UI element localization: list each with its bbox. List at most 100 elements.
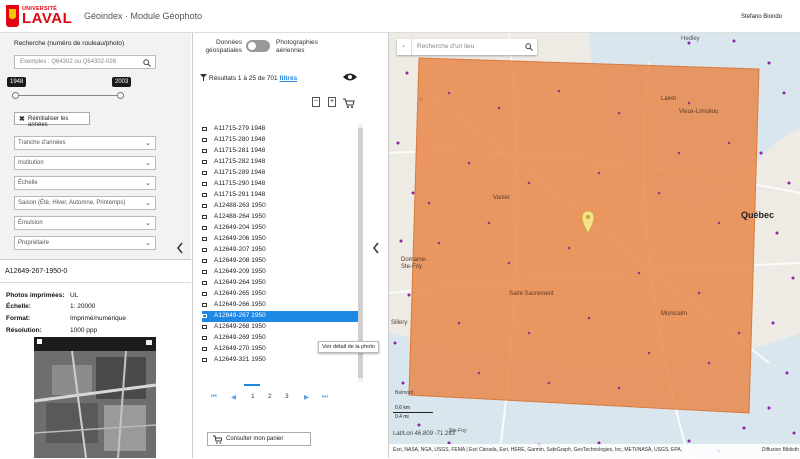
result-row-label: A12488-263 1950 (214, 202, 266, 209)
result-row[interactable]: A11715-281 1948 (202, 146, 362, 157)
page-2[interactable]: 2 (268, 393, 272, 400)
place-search-box[interactable]: ⌄ Recherche d'un lieu (397, 39, 537, 55)
photo-detail-icon[interactable] (307, 327, 315, 334)
view-cart-button[interactable]: Consulter mon panier (207, 432, 311, 446)
page-1[interactable]: 1 (251, 393, 255, 400)
filter-proprietaire-select[interactable]: Propriétaire ⌄ (14, 236, 156, 250)
search-icon[interactable] (143, 59, 151, 67)
result-row[interactable]: A12649-266 1950 (202, 300, 362, 311)
filter-emulsion-select[interactable]: Émulsion ⌄ (14, 216, 156, 230)
filter-label: Institution (18, 160, 44, 166)
reset-years-button[interactable]: ✖ Réinitialiser les années (14, 112, 90, 128)
result-row-label: A11715-282 1948 (214, 158, 266, 165)
results-count: Résultats 1 à 25 de 701 filtrés (209, 75, 297, 82)
results-filter-link[interactable]: filtrés (279, 75, 297, 82)
chevron-down-icon[interactable]: ⌄ (401, 42, 406, 49)
result-row[interactable]: A12488-263 1950 (202, 201, 362, 212)
result-row-label: A12649-209 1950 (214, 268, 266, 275)
prev-page-icon[interactable]: ◀ (231, 393, 236, 401)
year-min-badge: 1948 (7, 77, 27, 87)
page-indicator (244, 384, 260, 386)
result-row[interactable]: A12649-204 1950 (202, 223, 362, 234)
selected-row-actions (305, 325, 345, 336)
photo-icon (202, 281, 207, 285)
chevron-down-icon: ⌄ (145, 180, 151, 187)
filter-echelle-select[interactable]: Échelle ⌄ (14, 176, 156, 190)
result-row[interactable]: A12649-208 1950 (202, 256, 362, 267)
place-belmont: Belmont (395, 390, 414, 396)
result-row[interactable]: A11715-280 1948 (202, 135, 362, 146)
collapse-left-panel-icon[interactable] (176, 242, 184, 254)
filter-institution-select[interactable]: Institution ⌄ (14, 156, 156, 170)
result-row[interactable]: A11715-279 1948 (202, 124, 362, 135)
page-3[interactable]: 3 (285, 393, 289, 400)
eye-icon[interactable] (342, 72, 358, 82)
next-page-icon[interactable]: ▶ (304, 393, 309, 401)
place-lairet: Lairet (661, 96, 677, 102)
photo-icon (202, 270, 207, 274)
result-row[interactable]: A12649-206 1950 (202, 234, 362, 245)
photo-icon (202, 182, 207, 186)
filter-label: Tranche d'années (18, 140, 66, 146)
result-row[interactable]: A12488-264 1950 (202, 212, 362, 223)
result-row[interactable]: A12649-267 1950 (202, 311, 362, 322)
add-to-cart-row-icon[interactable] (331, 326, 341, 335)
result-row[interactable]: A11715-282 1948 (202, 157, 362, 168)
cart-all-icon[interactable] (343, 97, 355, 108)
result-row[interactable]: A11715-290 1948 (202, 179, 362, 190)
photo-icon (202, 171, 207, 175)
result-row-label: A12649-270 1950 (214, 345, 266, 352)
cursor-coords: Lat/Lon 46.809 -71.283 (393, 431, 456, 437)
filter-label: Émulsion (18, 220, 43, 226)
result-row-label: A12649-321 1950 (214, 356, 266, 363)
result-row[interactable]: A12649-209 1950 (202, 267, 362, 278)
result-row-label: A11715-279 1948 (214, 125, 266, 132)
filter-tranche-select[interactable]: Tranche d'années ⌄ (14, 136, 156, 150)
search-input[interactable]: Exemples : Q64302 ou Q64302-026 (14, 55, 156, 69)
data-type-toggle[interactable] (246, 40, 270, 52)
detail-key: Photos imprimées: (6, 292, 65, 299)
result-row-label: A12649-264 1950 (214, 279, 266, 286)
chevron-down-icon: ⌄ (145, 220, 151, 227)
year-slider-track[interactable] (15, 95, 121, 96)
result-row[interactable]: A12649-207 1950 (202, 245, 362, 256)
filter-icon[interactable] (200, 74, 207, 81)
aerial-photo-thumbnail[interactable] (34, 337, 156, 458)
zoom-to-photo-icon[interactable] (319, 326, 328, 335)
year-min-handle[interactable] (12, 92, 19, 99)
app-title: Géoindex · Module Géophoto (84, 11, 203, 21)
map-canvas[interactable] (389, 33, 800, 458)
remove-from-cart-icon[interactable]: − (312, 97, 320, 107)
user-name[interactable]: Stefano Biondo (741, 14, 782, 20)
result-row[interactable]: A12649-321 1950 (202, 355, 362, 366)
shield-icon (6, 5, 19, 27)
photo-id-title: A12649-267-1950-0 (5, 268, 68, 275)
search-panel: Recherche (numéro de rouleau/photo) Exem… (0, 33, 191, 259)
photo-icon (202, 215, 207, 219)
scale-km: 0.6 km (395, 405, 411, 411)
photo-icon (202, 237, 207, 241)
year-max-handle[interactable] (117, 92, 124, 99)
filter-saison-select[interactable]: Saison (Été, Hiver, Automne, Printemps) ⌄ (14, 196, 156, 210)
universite-laval-logo[interactable]: UNIVERSITÉ LAVAL (6, 5, 72, 27)
place-sillery: Sillery (391, 320, 408, 326)
place-domaine-ste-foy: Domaine-Ste-Foy (401, 257, 428, 270)
last-page-icon[interactable]: ⏭ (322, 393, 328, 401)
scale-mi: 0.4 mi (395, 414, 409, 420)
result-row[interactable]: A12649-264 1950 (202, 278, 362, 289)
result-row-label: A12649-267 1950 (214, 312, 266, 319)
detail-value: Imprimé/numérique (70, 315, 126, 322)
result-row[interactable]: A12649-265 1950 (202, 289, 362, 300)
search-icon[interactable] (525, 43, 533, 51)
first-page-icon[interactable]: ⏮ (211, 393, 217, 401)
chevron-down-icon: ⌄ (145, 240, 151, 247)
result-row[interactable]: A11715-291 1948 (202, 190, 362, 201)
result-row-label: A12649-266 1950 (214, 301, 266, 308)
add-to-cart-icon[interactable]: + (328, 97, 336, 107)
map-view[interactable]: Hedley Lairet Vieux-Limoilou Vanier Québ… (388, 33, 800, 458)
diffusion-link[interactable]: Diffusion Biblioth (759, 447, 799, 453)
result-row[interactable]: A11715-289 1948 (202, 168, 362, 179)
attribution-text: Esri, NASA, NGA, USGS, FEMA | Esri Canad… (393, 447, 683, 453)
photo-icon (202, 193, 207, 197)
collapse-results-panel-icon[interactable] (372, 242, 380, 254)
